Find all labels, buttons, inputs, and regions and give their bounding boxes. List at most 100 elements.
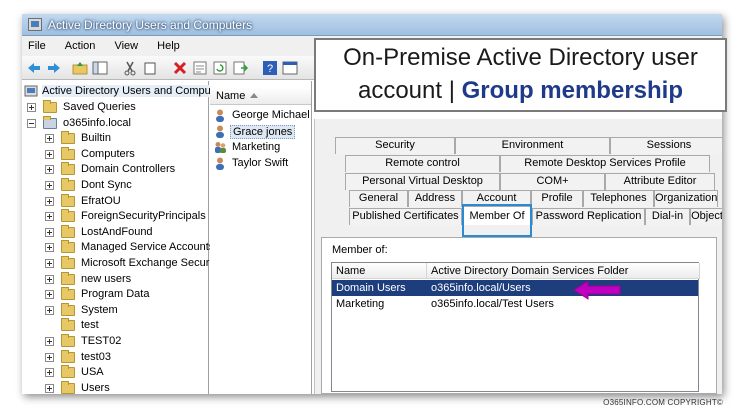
callout-line2: account | Group membership	[316, 77, 725, 105]
user-icon	[216, 157, 224, 170]
member-of-label: Member of:	[332, 244, 388, 256]
expand-icon[interactable]	[45, 305, 54, 315]
tab-remote-control[interactable]: Remote control	[345, 155, 500, 172]
folder-icon	[61, 131, 75, 145]
column-name[interactable]: Name	[332, 263, 427, 279]
collapse-icon[interactable]	[27, 118, 36, 128]
name-column-header[interactable]: Name	[210, 87, 311, 105]
member-folder: o365info.local/Users	[431, 282, 531, 294]
expand-icon[interactable]	[45, 165, 54, 175]
tree-item-label: TEST02	[81, 335, 122, 347]
expand-icon[interactable]	[45, 227, 54, 237]
delete-icon[interactable]	[172, 60, 188, 76]
member-row-domain-users[interactable]: Domain Users o365info.local/Users	[332, 280, 698, 296]
tree-item-label: new users	[81, 272, 132, 285]
expand-icon[interactable]	[45, 243, 54, 253]
forward-arrow-icon[interactable]	[46, 60, 62, 76]
tree-item-label: Managed Service Accounts	[81, 241, 215, 254]
help-icon[interactable]: ?	[262, 60, 278, 76]
tree-item-label: o365info.local	[63, 116, 131, 129]
expand-icon[interactable]	[45, 212, 54, 222]
console-icon[interactable]	[282, 60, 298, 76]
member-row-marketing[interactable]: Marketing o365info.local/Test Users	[332, 296, 698, 312]
refresh-icon[interactable]	[212, 60, 228, 76]
console-tree: Active Directory Users and Comput Saved …	[22, 81, 215, 394]
tree-item-label: Program Data	[81, 288, 150, 301]
tab-object[interactable]: Object	[690, 208, 722, 225]
expand-icon[interactable]	[45, 290, 54, 300]
cut-icon[interactable]	[122, 60, 138, 76]
callout-box: On-Premise Active Directory user account…	[314, 38, 727, 112]
tree-item-label: Domain Controllers	[81, 163, 176, 176]
window-title: Active Directory Users and Computers	[48, 18, 253, 32]
ou-icon	[61, 349, 75, 363]
tree-item-label: Computers	[81, 147, 135, 160]
domain-icon	[43, 115, 57, 129]
expand-icon[interactable]	[45, 337, 54, 346]
expand-icon[interactable]	[27, 103, 36, 112]
expand-icon[interactable]	[45, 196, 54, 206]
tree-item-label: USA	[81, 366, 104, 379]
callout-line2-prefix: account |	[357, 77, 462, 104]
tab-com-[interactable]: COM+	[500, 173, 605, 190]
ou-icon	[61, 162, 75, 176]
copy-icon[interactable]	[142, 60, 158, 76]
folder-icon	[61, 240, 75, 254]
tree-item-label: LostAndFound	[81, 225, 153, 238]
list-item-label: George Michael	[232, 109, 310, 121]
tab-sessions[interactable]: Sessions	[610, 137, 722, 154]
tab-dial-in[interactable]: Dial-in	[645, 208, 690, 225]
copyright-text: O365INFO.COM COPYRIGHT©	[603, 398, 723, 407]
menu-help[interactable]: Help	[157, 36, 180, 56]
tab-attribute-editor[interactable]: Attribute Editor	[605, 173, 715, 190]
export-list-icon[interactable]	[232, 60, 248, 76]
tab-password-replication[interactable]: Password Replication	[532, 208, 645, 225]
expand-icon[interactable]	[45, 368, 54, 378]
menu-view[interactable]: View	[114, 36, 138, 56]
back-arrow-icon[interactable]	[26, 60, 42, 76]
tree-item-label: ForeignSecurityPrincipals	[81, 210, 206, 223]
tab-telephones[interactable]: Telephones	[583, 190, 654, 207]
expand-icon[interactable]	[45, 383, 54, 393]
tree-item-label: Builtin	[81, 132, 111, 145]
expand-icon[interactable]	[45, 134, 54, 144]
expand-icon[interactable]	[45, 181, 54, 190]
directory-icon	[24, 85, 38, 97]
column-folder[interactable]: Active Directory Domain Services Folder	[427, 263, 700, 279]
tab-address[interactable]: Address	[408, 190, 462, 207]
tab-general[interactable]: General	[349, 190, 408, 207]
expand-icon[interactable]	[45, 274, 54, 284]
member-of-panel: Member of: Name Active Directory Domain …	[321, 237, 717, 394]
expand-icon[interactable]	[45, 259, 54, 268]
ou-icon	[61, 256, 75, 269]
member-of-list[interactable]: Name Active Directory Domain Services Fo…	[331, 262, 700, 392]
user-icon	[216, 109, 224, 122]
tab-organization[interactable]: Organization	[654, 190, 718, 207]
member-folder: o365info.local/Test Users	[431, 298, 554, 310]
app-icon	[28, 18, 42, 31]
expand-icon[interactable]	[45, 149, 54, 159]
menu-action[interactable]: Action	[65, 36, 96, 56]
tab-remote-desktop-services-profile[interactable]: Remote Desktop Services Profile	[500, 155, 710, 172]
ou-icon	[61, 193, 75, 207]
list-item-label: Grace jones	[230, 125, 296, 139]
list-item-label: Marketing	[232, 141, 281, 153]
tab-security[interactable]: Security	[335, 137, 455, 154]
tab-environment[interactable]: Environment	[455, 137, 610, 154]
tab-published-certificates[interactable]: Published Certificates	[349, 208, 462, 225]
show-tree-icon[interactable]	[92, 60, 108, 76]
folder-icon	[61, 224, 75, 238]
folder-icon	[61, 380, 75, 394]
title-bar: Active Directory Users and Computers	[22, 14, 722, 36]
group-icon	[215, 142, 226, 153]
menu-file[interactable]: File	[28, 36, 46, 56]
tab-personal-virtual-desktop[interactable]: Personal Virtual Desktop	[345, 173, 500, 190]
callout-line1: On-Premise Active Directory user	[343, 44, 698, 71]
expand-icon[interactable]	[45, 352, 54, 362]
name-column-label: Name	[216, 90, 246, 102]
tab-profile[interactable]: Profile	[531, 190, 583, 207]
properties-icon[interactable]	[192, 60, 208, 76]
folder-icon	[61, 287, 75, 301]
up-folder-icon[interactable]	[72, 60, 88, 76]
tree-root-label: Active Directory Users and Comput	[42, 85, 214, 97]
